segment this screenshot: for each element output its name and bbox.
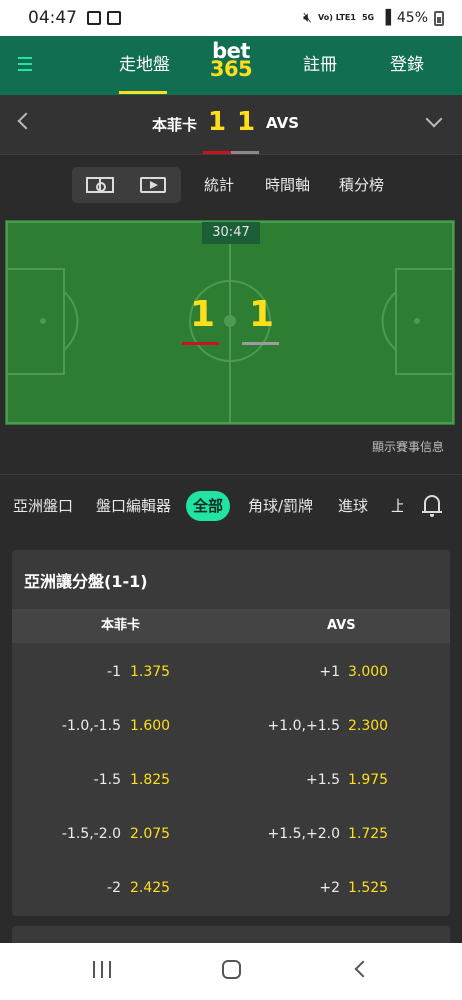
market-row: -1 1.375 +1 3.000: [12, 645, 450, 699]
pitch-icon[interactable]: [86, 177, 114, 193]
away-odds-button[interactable]: 1.725: [348, 807, 388, 861]
away-handicap: +1.0,+1.5: [267, 718, 340, 734]
tab-all[interactable]: 全部: [186, 491, 230, 521]
signal-icon: ▐: [380, 10, 391, 26]
column-home-team: 本菲卡: [101, 618, 141, 633]
match-clock: 30:47: [202, 222, 260, 244]
bet365-logo[interactable]: bet 365: [208, 41, 254, 81]
home-score: 1: [208, 107, 227, 137]
nav-live-in-play[interactable]: 走地盤: [119, 36, 170, 95]
battery-percent: 45%: [396, 10, 428, 26]
logo-text-365: 365: [209, 57, 253, 81]
show-match-info-link[interactable]: 顯示賽事信息: [372, 438, 444, 455]
pitch-home-score: 1: [190, 294, 216, 335]
bell-icon[interactable]: [422, 495, 442, 517]
home-odds-button[interactable]: 1.825: [130, 753, 170, 807]
checkbox-icon: [107, 11, 121, 25]
battery-icon: [434, 10, 444, 26]
home-team-color-bar: [203, 151, 231, 154]
home-handicap: -1.5: [93, 772, 121, 788]
away-odds-button[interactable]: 1.975: [348, 753, 388, 807]
register-link[interactable]: 註冊: [303, 36, 337, 95]
match-header: 本菲卡 1 1 AVS: [0, 95, 462, 155]
status-bar: 04:47 🔇︎ Vo) LTE1 5G ▐ 45%: [0, 0, 462, 36]
market-row: -1.5,-2.0 2.075 +1.5,+2.0 1.725: [12, 807, 450, 861]
volte-label: Vo) LTE1: [318, 13, 356, 22]
asian-handicap-market: 亞洲讓分盤(1-1) 本菲卡 AVS -1 1.375 +1 3.000 -1.…: [12, 550, 450, 916]
pitch-away-score: 1: [249, 294, 275, 335]
home-handicap: -1: [107, 664, 121, 680]
mute-icon: 🔇︎: [303, 10, 312, 26]
tab-timeline[interactable]: 時間軸: [265, 155, 310, 215]
away-team-name: AVS: [266, 114, 300, 132]
tab-stats[interactable]: 統計: [204, 155, 234, 215]
menu-icon[interactable]: [18, 57, 32, 71]
market-row: -2 2.425 +2 1.525: [12, 861, 450, 915]
pitch-away-color-bar: [242, 342, 279, 345]
tab-asian-lines[interactable]: 亞洲盤口: [13, 475, 73, 537]
away-score: 1: [237, 107, 256, 137]
away-odds-button[interactable]: 1.525: [348, 861, 388, 915]
home-odds-button[interactable]: 1.375: [130, 645, 170, 699]
home-team-name: 本菲卡: [151, 116, 197, 134]
gallery-icon: [87, 11, 101, 25]
pitch-home-color-bar: [182, 342, 219, 345]
status-time: 04:47: [28, 8, 77, 28]
market-row: -1.0,-1.5 1.600 +1.0,+1.5 2.300: [12, 699, 450, 753]
top-nav: 走地盤 bet 365 註冊 登錄: [0, 36, 462, 95]
away-handicap: +1: [319, 664, 340, 680]
back-icon[interactable]: [354, 960, 372, 978]
away-handicap: +1.5: [306, 772, 340, 788]
recents-icon[interactable]: [93, 961, 111, 978]
away-odds-button[interactable]: 2.300: [348, 699, 388, 753]
home-handicap: -1.0,-1.5: [61, 718, 121, 734]
home-odds-button[interactable]: 2.075: [130, 807, 170, 861]
tab-goals[interactable]: 進球: [338, 475, 368, 537]
network-5g-label: 5G: [361, 13, 375, 22]
home-icon[interactable]: [222, 960, 241, 979]
system-nav-bar: [0, 943, 462, 1000]
back-chevron-icon[interactable]: [17, 112, 35, 130]
pitch-graphic: [5, 220, 455, 425]
view-tabs: 統計 時間軸 積分榜: [0, 155, 462, 215]
market-title[interactable]: 亞洲讓分盤(1-1): [24, 568, 148, 592]
login-link[interactable]: 登錄: [390, 36, 424, 95]
away-handicap: +2: [319, 880, 340, 896]
nav-active-underline: [119, 91, 167, 94]
away-team-color-bar: [231, 151, 259, 154]
home-handicap: -2: [107, 880, 121, 896]
home-odds-button[interactable]: 1.600: [130, 699, 170, 753]
column-away-team: AVS: [327, 618, 356, 633]
chevron-down-icon[interactable]: [425, 110, 443, 128]
tab-standings[interactable]: 積分榜: [339, 155, 384, 215]
away-handicap: +1.5,+2.0: [267, 826, 340, 842]
tab-bet-builder[interactable]: 盤口編輯器: [96, 475, 171, 537]
away-odds-button[interactable]: 3.000: [348, 645, 388, 699]
video-play-icon[interactable]: [140, 177, 166, 193]
home-odds-button[interactable]: 2.425: [130, 861, 170, 915]
view-toggle: [72, 167, 181, 203]
market-category-tabs: 亞洲盤口 盤口編輯器 全部 角球/罰牌 進球 上: [0, 474, 462, 536]
home-handicap: -1.5,-2.0: [61, 826, 121, 842]
tab-corners-cards[interactable]: 角球/罰牌: [248, 475, 313, 537]
market-column-header: 本菲卡 AVS: [12, 609, 450, 643]
tab-half-truncated[interactable]: 上: [391, 475, 403, 537]
market-row: -1.5 1.825 +1.5 1.975: [12, 753, 450, 807]
